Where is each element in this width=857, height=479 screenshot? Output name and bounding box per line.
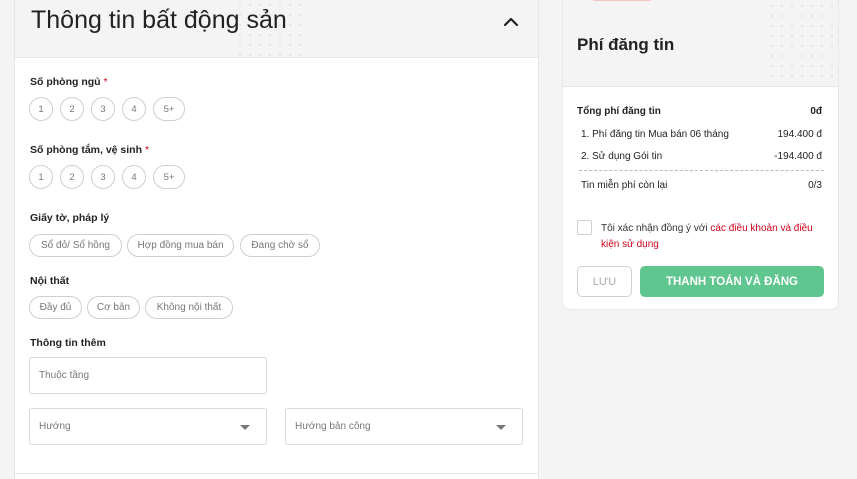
legal-option-contract[interactable]: Hợp đồng mua bán <box>127 234 234 257</box>
chevron-up-icon[interactable] <box>502 13 520 31</box>
required-mark: * <box>103 76 108 88</box>
total-fee-value: 0đ <box>810 106 822 117</box>
agree-text: Tôi xác nhận đồng ý với các điều khoản v… <box>601 221 826 253</box>
bedroom-option-2[interactable]: 2 <box>60 97 84 121</box>
legal-option-pending[interactable]: Đang chờ sổ <box>240 234 320 257</box>
floor-input[interactable]: Thuộc tầng <box>29 357 267 394</box>
caret-down-icon <box>496 425 506 430</box>
direction-placeholder: Hướng <box>39 421 71 432</box>
bedroom-option-4[interactable]: 4 <box>122 97 146 121</box>
fee-title: Phí đăng tin <box>577 35 675 54</box>
bedroom-option-3[interactable]: 3 <box>91 97 115 121</box>
fee-item-value: 194.400 đ <box>777 129 823 140</box>
bathrooms-label: Số phòng tắm, vệ sinh * <box>30 144 149 156</box>
legal-label: Giấy tờ, pháp lý <box>30 212 110 224</box>
panel-header[interactable]: Thông tin bất động sản <box>15 0 538 58</box>
direction-select[interactable]: Hướng <box>29 408 267 445</box>
bedroom-option-5plus[interactable]: 5+ <box>153 97 185 121</box>
divider <box>15 473 538 474</box>
fee-card-header: Phí đăng tin <box>563 0 838 87</box>
bathroom-option-1[interactable]: 1 <box>29 165 53 189</box>
bedrooms-label: Số phòng ngủ * <box>30 76 108 88</box>
required-mark: * <box>144 144 150 156</box>
bedroom-option-1[interactable]: 1 <box>29 97 53 121</box>
furniture-option-basic[interactable]: Cơ bản <box>87 296 140 319</box>
decorative-dots <box>767 1 837 81</box>
bedrooms-label-text: Số phòng ngủ <box>30 76 101 88</box>
fee-card: Phí đăng tin Tổng phí đăng tin 0đ 1. Phí… <box>562 0 839 310</box>
decorative-bar <box>591 0 653 1</box>
balcony-direction-placeholder: Hướng bản công <box>295 421 371 432</box>
fee-item-label: 1. Phí đăng tin Mua bán 06 tháng <box>581 129 729 140</box>
bathroom-option-4[interactable]: 4 <box>122 165 146 189</box>
furniture-option-full[interactable]: Đầy đủ <box>29 296 82 319</box>
caret-down-icon <box>240 425 250 430</box>
save-button[interactable]: LƯU <box>577 266 632 297</box>
furniture-option-none[interactable]: Không nội thất <box>145 296 233 319</box>
total-fee-label: Tổng phí đăng tin <box>577 106 661 117</box>
free-posts-label: Tin miễn phí còn lại <box>581 180 668 191</box>
free-posts-value: 0/3 <box>808 180 822 191</box>
agree-text-prefix: Tôi xác nhận đồng ý với <box>601 223 711 234</box>
property-info-panel: Thông tin bất động sản Số phòng ngủ * 1 … <box>14 0 539 479</box>
furniture-label: Nội thất <box>30 275 70 287</box>
agree-checkbox[interactable] <box>577 220 592 235</box>
floor-placeholder: Thuộc tầng <box>39 370 90 381</box>
bathroom-option-5plus[interactable]: 5+ <box>153 165 185 189</box>
bathroom-option-3[interactable]: 3 <box>91 165 115 189</box>
legal-option-red-book[interactable]: Sổ đỏ/ Sổ hồng <box>29 234 122 257</box>
dotted-divider <box>579 170 824 171</box>
page-title: Thông tin bất động sản <box>31 6 287 34</box>
bathroom-option-2[interactable]: 2 <box>60 165 84 189</box>
extra-info-label: Thông tin thêm <box>30 337 106 349</box>
fee-item-label: 2. Sử dụng Gói tin <box>581 151 663 162</box>
bathrooms-label-text: Số phòng tắm, vệ sinh <box>30 144 143 156</box>
fee-item-value: -194.400 đ <box>774 151 822 162</box>
pay-and-post-button[interactable]: THANH TOÁN VÀ ĐĂNG <box>640 266 824 297</box>
balcony-direction-select[interactable]: Hướng bản công <box>285 408 523 445</box>
